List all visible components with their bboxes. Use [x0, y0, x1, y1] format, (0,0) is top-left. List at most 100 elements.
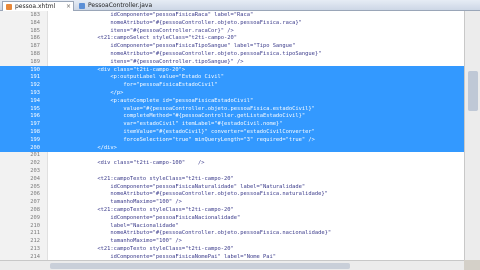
- vertical-scroll-thumb[interactable]: [468, 71, 478, 111]
- code-line[interactable]: 203: [0, 167, 464, 175]
- line-text: idComponente="pessoaFisicaNomePai" label…: [52, 253, 276, 260]
- line-text: <t21:campoTexto styleClass="t2ti-campo-2…: [52, 246, 234, 252]
- code-line[interactable]: 192 for="pessoaFisicaEstadoCivil": [0, 81, 464, 90]
- code-line[interactable]: 188 nomeAtributo="#{pessoaController.obj…: [0, 50, 464, 58]
- line-number: 207: [30, 199, 40, 206]
- code-line[interactable]: 194 <p:autoComplete id="pessoaFisicaEsta…: [0, 96, 464, 105]
- horizontal-scrollbar[interactable]: [0, 260, 464, 270]
- code-line[interactable]: 184 nomeAtributo="#{pessoaController.obj…: [0, 19, 464, 27]
- line-text: idComponente="pessoaFisicaRaca" label="R…: [52, 12, 254, 18]
- tab-pessoa-controller[interactable]: PessoaController.java: [76, 1, 158, 11]
- line-number: 195: [30, 105, 40, 112]
- code-line[interactable]: 209 idComponente="pessoaFisicaNacionalid…: [0, 214, 464, 222]
- line-number: 209: [30, 214, 40, 221]
- code-line[interactable]: 189 itens="#{pessoaController.tipoSangue…: [0, 58, 464, 66]
- code-line[interactable]: 201: [0, 151, 464, 159]
- line-number: 188: [30, 51, 40, 57]
- code-line[interactable]: 199 forceSelection="true" minQueryLength…: [0, 135, 464, 144]
- line-text: </div>: [52, 144, 117, 151]
- line-number: 197: [30, 121, 40, 128]
- line-text: <p:autoComplete id="pessoaFisicaEstadoCi…: [52, 97, 254, 104]
- code-line[interactable]: 206 nomeAtributo="#{pessoaController.obj…: [0, 190, 464, 198]
- code-line[interactable]: 205 idComponente="pessoaFisicaNaturalida…: [0, 183, 464, 191]
- code-line[interactable]: 197 var="estadoCivil" itemLabel="#{estad…: [0, 120, 464, 129]
- line-number: 214: [30, 253, 40, 260]
- line-text: </p>: [52, 90, 124, 96]
- line-text: idComponente="pessoaFisicaNaturalidade" …: [52, 183, 306, 190]
- line-text: <div class="t2ti-campo-20">: [52, 66, 186, 73]
- tab-pessoa-xhtml[interactable]: pessoa.xhtml ×: [2, 1, 74, 11]
- line-text: itens="#{pessoaController.racaCor}" />: [52, 27, 234, 34]
- line-text: itemValue="#{estadoCivil}" converter="es…: [52, 129, 315, 135]
- line-number: 202: [30, 160, 40, 167]
- line-number: 200: [30, 144, 40, 151]
- code-line[interactable]: 210 label="Nacionalidade": [0, 222, 464, 230]
- code-line[interactable]: 213 <t21:campoTexto styleClass="t2ti-cam…: [0, 245, 464, 253]
- code-line[interactable]: 196 completeMethod="#{pessoaController.g…: [0, 112, 464, 121]
- editor-tab-bar: pessoa.xhtml × PessoaController.java: [0, 0, 480, 11]
- close-icon[interactable]: ×: [66, 2, 71, 11]
- tab-label: pessoa.xhtml: [15, 3, 56, 10]
- line-number: 205: [30, 183, 40, 190]
- code-line[interactable]: 186 <t21:campoSelect styleClass="t2ti-ca…: [0, 34, 464, 42]
- line-text: <t21:campoTexto styleClass="t2ti-campo-2…: [52, 175, 234, 182]
- line-number: 212: [30, 238, 40, 245]
- line-text: nomeAtributo="#{pessoaController.objeto.…: [52, 230, 332, 237]
- line-text: nomeAtributo="#{pessoaController.objeto.…: [52, 191, 328, 198]
- line-number: 187: [30, 43, 40, 50]
- tab-label: PessoaController.java: [88, 2, 153, 9]
- line-text: nomeAtributo="#{pessoaController.objeto.…: [52, 19, 302, 26]
- line-text: itens="#{pessoaController.tipoSangue}" /…: [52, 58, 244, 65]
- line-number: 199: [30, 136, 40, 143]
- code-line[interactable]: 212 tamanhoMaximo="100" />: [0, 237, 464, 245]
- line-text: <div class="t2ti-campo-100" />: [52, 160, 205, 167]
- vertical-scrollbar[interactable]: [464, 11, 480, 260]
- line-number: 208: [30, 207, 40, 213]
- line-number: 196: [30, 113, 40, 120]
- code-line[interactable]: 202 <div class="t2ti-campo-100" />: [0, 159, 464, 167]
- line-number: 183: [30, 12, 40, 18]
- code-line[interactable]: 211 nomeAtributo="#{pessoaController.obj…: [0, 229, 464, 237]
- code-line[interactable]: 200 </div>: [0, 143, 464, 152]
- code-line[interactable]: 195 value="#{pessoaController.objeto.pes…: [0, 104, 464, 113]
- java-file-icon: [79, 3, 85, 9]
- line-text: forceSelection="true" minQueryLength="3"…: [52, 136, 315, 143]
- line-number: 189: [30, 58, 40, 65]
- line-number: 194: [30, 97, 40, 104]
- line-text: <p:outputLabel value="Estado Civil": [52, 74, 225, 81]
- line-number: 184: [30, 19, 40, 26]
- code-line[interactable]: 214 idComponente="pessoaFisicaNomePai" l…: [0, 253, 464, 260]
- code-line[interactable]: 208 <t21:campoTexto styleClass="t2ti-cam…: [0, 206, 464, 214]
- code-line[interactable]: 198 itemValue="#{estadoCivil}" converter…: [0, 128, 464, 136]
- line-text: nomeAtributo="#{pessoaController.objeto.…: [52, 51, 322, 57]
- code-line[interactable]: 185 itens="#{pessoaController.racaCor}" …: [0, 27, 464, 35]
- code-line[interactable]: 191 <p:outputLabel value="Estado Civil": [0, 73, 464, 82]
- line-number: 185: [30, 27, 40, 34]
- horizontal-scroll-thumb[interactable]: [50, 263, 350, 269]
- line-number: 204: [30, 175, 40, 182]
- code-line[interactable]: 183 idComponente="pessoaFisicaRaca" labe…: [0, 11, 464, 19]
- line-number: 203: [30, 168, 40, 174]
- line-text: tamanhoMaximo="100" />: [52, 238, 182, 245]
- line-number: 198: [30, 129, 40, 135]
- line-text: <t21:campoSelect styleClass="t2ti-campo-…: [52, 35, 237, 42]
- line-text: var="estadoCivil" itemLabel="#{estadoCiv…: [52, 121, 283, 128]
- line-number: 192: [30, 82, 40, 89]
- line-text: idComponente="pessoaFisicaTipoSangue" la…: [52, 43, 296, 50]
- code-line[interactable]: 190 <div class="t2ti-campo-20">: [0, 65, 464, 74]
- xhtml-file-icon: [6, 4, 12, 10]
- line-text: tamanhoMaximo="100" />: [52, 199, 182, 206]
- line-number: 191: [30, 74, 40, 81]
- line-text: for="pessoaFisicaEstadoCivil": [52, 82, 218, 89]
- code-line[interactable]: 207 tamanhoMaximo="100" />: [0, 198, 464, 206]
- line-number: 190: [30, 66, 40, 73]
- line-text: value="#{pessoaController.objeto.pessoaF…: [52, 105, 315, 112]
- line-number: 186: [30, 35, 40, 42]
- line-number: 193: [30, 90, 40, 96]
- line-number: 201: [30, 152, 40, 159]
- code-line[interactable]: 193 </p>: [0, 89, 464, 97]
- code-line[interactable]: 187 idComponente="pessoaFisicaTipoSangue…: [0, 42, 464, 50]
- line-number: 206: [30, 191, 40, 198]
- code-editor[interactable]: 183 idComponente="pessoaFisicaRaca" labe…: [0, 11, 464, 260]
- code-line[interactable]: 204 <t21:campoTexto styleClass="t2ti-cam…: [0, 175, 464, 183]
